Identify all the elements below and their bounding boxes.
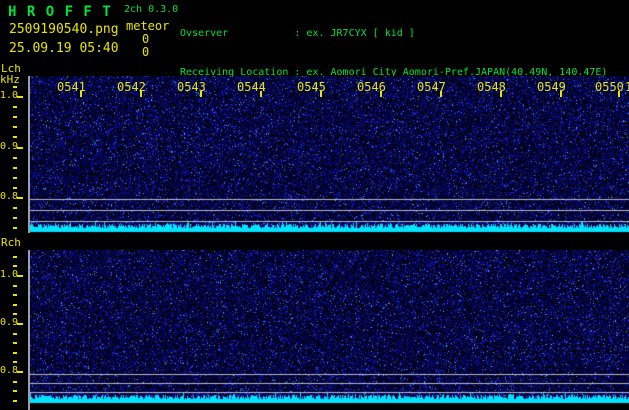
freq-minor-tick <box>13 167 17 169</box>
freq-minor-tick <box>13 227 17 229</box>
freq-major-tick <box>17 147 23 149</box>
freq-minor-tick <box>13 313 17 315</box>
datetime-label: 25.09.19 05:40 <box>9 41 119 56</box>
freq-minor-tick <box>13 157 17 159</box>
freq-minor-tick <box>13 126 17 128</box>
freq-minor-tick <box>13 304 17 306</box>
freq-major-tick <box>17 323 23 325</box>
freq-major-tick <box>17 275 23 277</box>
freq-minor-tick <box>13 217 17 219</box>
panel-rch <box>28 250 629 410</box>
meteor-count-1: 0 <box>142 32 150 46</box>
freq-minor-tick <box>13 361 17 363</box>
freq-minor-tick <box>13 342 17 344</box>
panel-label-rch: Rch <box>1 236 21 249</box>
panel-lch: 0541 0542 0543 0544 0545 0546 0547 0548 0549 0550… <box>28 76 629 233</box>
freq-minor-tick <box>13 207 17 209</box>
freq-minor-tick <box>13 333 17 335</box>
freq-minor-tick <box>13 390 17 392</box>
freq-tick-label: 0.9 <box>0 317 19 328</box>
observer-line: Ovserver : ex. JR7CYX [ kid ] <box>180 28 415 39</box>
freq-minor-tick <box>13 265 17 267</box>
freq-minor-tick <box>13 116 17 118</box>
panel-label-lch: Lch <box>1 62 21 75</box>
spectrogram-canvas-lch <box>30 76 629 233</box>
freq-major-tick <box>17 371 23 373</box>
freq-major-tick <box>17 197 23 199</box>
freq-minor-tick <box>13 294 17 296</box>
freq-minor-tick <box>13 177 17 179</box>
freq-minor-tick <box>13 352 17 354</box>
freq-minor-tick <box>13 187 17 189</box>
freq-minor-tick <box>13 106 17 108</box>
freq-tick-label: 0.9 <box>0 141 19 152</box>
mode-label: meteor <box>126 19 170 33</box>
freq-tick-label: 0.8 <box>0 191 19 202</box>
meteor-count-2: 0 <box>142 45 150 59</box>
freq-minor-tick <box>13 256 17 258</box>
freq-minor-tick <box>13 285 17 287</box>
spectrogram-canvas-rch <box>30 250 629 410</box>
freq-major-tick <box>17 96 23 98</box>
freq-tick-label: 1.0 <box>0 90 19 101</box>
version-label: 2ch 0.3.0 <box>124 4 179 15</box>
file-name-label: 2509190540.png <box>9 22 119 37</box>
freq-minor-tick <box>13 381 17 383</box>
hrofft-screen: H R O F F T 2ch 0.3.0 2509190540.png met… <box>0 0 629 410</box>
freq-minor-tick <box>13 400 17 402</box>
unit-label-khz: kHz <box>0 73 20 86</box>
freq-minor-tick <box>13 86 17 88</box>
app-logo: H R O F F T <box>8 4 112 20</box>
freq-minor-tick <box>13 136 17 138</box>
freq-tick-label: 1.0 <box>0 269 19 280</box>
freq-tick-label: 0.8 <box>0 365 19 376</box>
